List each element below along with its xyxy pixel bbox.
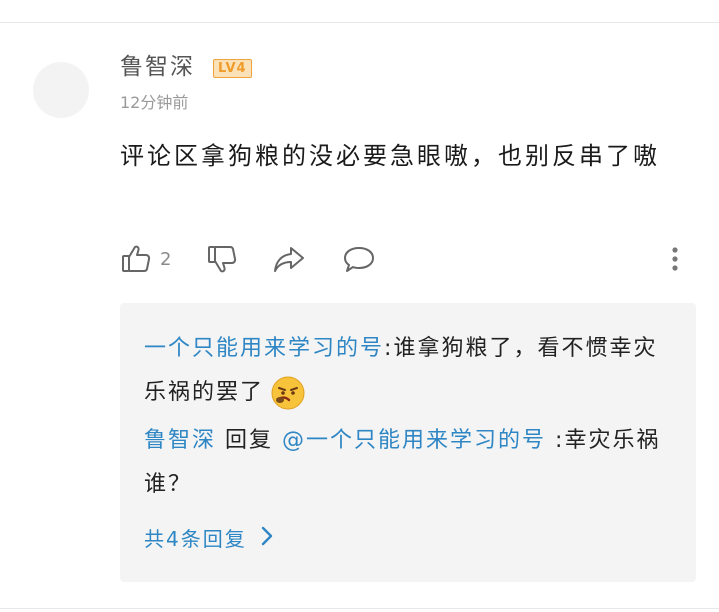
username[interactable]: 鲁智深: [120, 52, 195, 82]
bottom-divider: [0, 608, 719, 609]
like-count: 2: [160, 248, 172, 270]
comment-icon: [342, 243, 376, 275]
comment-text: 评论区拿狗粮的没必要急眼嗷，也别反串了嗷: [120, 142, 660, 170]
reply-mention[interactable]: @一个只能用来学习的号: [282, 428, 546, 453]
reply-item: 一个只能用来学习的号:谁拿狗粮了，看不惯幸灾乐祸的罢了: [144, 327, 664, 415]
angry-face-emoji-icon: [270, 375, 306, 411]
level-badge: LV4: [213, 59, 252, 78]
more-vertical-icon: [665, 243, 685, 275]
reply-item: 鲁智深 回复 @一个只能用来学习的号 :幸灾乐祸谁？: [144, 419, 664, 507]
share-button[interactable]: [272, 240, 306, 278]
chevron-right-icon: [247, 521, 273, 557]
thumbs-down-icon: [206, 243, 238, 275]
like-button[interactable]: 2: [120, 240, 171, 278]
more-options-button[interactable]: [665, 240, 685, 278]
reply-separator: :: [546, 428, 565, 453]
comment-actions: 2: [120, 240, 690, 278]
dislike-button[interactable]: [206, 240, 238, 278]
more-replies-label: 共4条回复: [144, 527, 247, 551]
top-divider: [0, 22, 719, 23]
reply-author[interactable]: 鲁智深: [144, 428, 216, 453]
thumbs-up-icon: [120, 243, 152, 275]
reply-button[interactable]: [342, 240, 376, 278]
reply-author[interactable]: 一个只能用来学习的号: [144, 336, 384, 361]
avatar[interactable]: [33, 62, 89, 118]
comment-time: 12分钟前: [120, 93, 189, 112]
share-icon: [272, 243, 306, 275]
view-all-replies-link[interactable]: 共4条回复: [144, 521, 273, 557]
reply-word: 回复: [216, 428, 283, 453]
replies-preview: 一个只能用来学习的号:谁拿狗粮了，看不惯幸灾乐祸的罢了 鲁智深 回复 @一个只能…: [120, 303, 696, 582]
